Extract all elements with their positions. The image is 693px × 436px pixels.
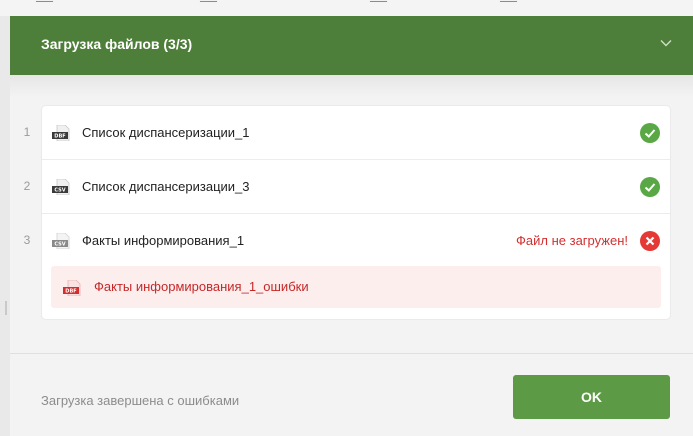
background-page-strip: ── ── ── ── xyxy=(0,0,693,16)
row-number: 3 xyxy=(23,233,31,247)
upload-error-text: Файл не загружен! xyxy=(516,233,628,248)
file-row: 2 CSV Список диспансеризации_3 xyxy=(24,160,670,214)
csv-file-icon: CSV xyxy=(52,233,70,249)
background-text: ── xyxy=(200,0,218,8)
svg-text:DBF: DBF xyxy=(54,134,65,140)
check-circle-icon xyxy=(640,177,660,197)
svg-text:CSV: CSV xyxy=(54,188,65,194)
svg-text:CSV: CSV xyxy=(54,242,65,248)
dbf-file-icon: DBF xyxy=(63,280,81,296)
upload-status-text: Загрузка завершена с ошибками xyxy=(41,393,240,408)
background-text: ── xyxy=(36,0,54,8)
dialog-title: Загрузка файлов (3/3) xyxy=(41,36,193,52)
background-page-edge xyxy=(0,16,10,436)
file-name: Факты информирования_1 xyxy=(82,233,245,248)
csv-file-icon: CSV xyxy=(52,179,70,195)
dbf-file-icon: DBF xyxy=(52,125,70,141)
file-name: Список диспансеризации_1 xyxy=(82,125,250,140)
background-text: ── xyxy=(500,0,518,8)
file-list: 1 DBF Список диспансеризации_1 2 CSV Спи… xyxy=(24,106,670,319)
file-row: 3 CSV Факты информирования_1 Файл не заг… xyxy=(24,214,670,267)
error-report-file-name: Факты информирования_1_ошибки xyxy=(94,279,309,294)
row-number: 1 xyxy=(23,125,31,139)
background-text: ── xyxy=(370,0,388,8)
header-shadow xyxy=(10,75,693,97)
collapse-button[interactable] xyxy=(653,30,679,56)
check-circle-icon xyxy=(640,123,660,143)
dialog-header: Загрузка файлов (3/3) xyxy=(10,16,693,75)
background-mark xyxy=(5,301,7,315)
footer-divider xyxy=(10,353,693,354)
file-name: Список диспансеризации_3 xyxy=(82,179,250,194)
file-row: 1 DBF Список диспансеризации_1 xyxy=(24,106,670,160)
error-report-file-link[interactable]: DBF Факты информирования_1_ошибки xyxy=(51,266,661,308)
error-circle-icon xyxy=(640,231,660,251)
chevron-down-icon xyxy=(660,40,672,47)
row-number: 2 xyxy=(23,179,31,193)
ok-button[interactable]: OK xyxy=(513,375,670,419)
svg-text:DBF: DBF xyxy=(65,289,76,295)
upload-dialog: Загрузка файлов (3/3) 1 DBF Список диспа… xyxy=(10,16,693,436)
